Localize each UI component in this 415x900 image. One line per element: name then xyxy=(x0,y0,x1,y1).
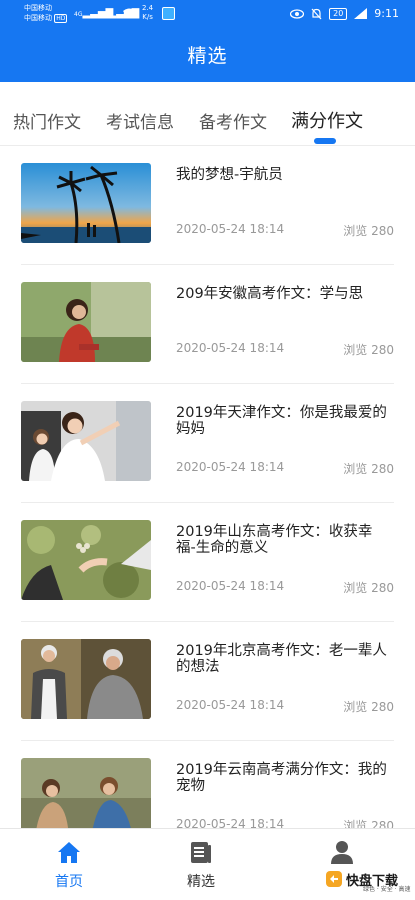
list-item[interactable]: 我的梦想-宇航员 2020-05-24 18:14 浏览 280 xyxy=(21,146,394,265)
article-date: 2020-05-24 18:14 xyxy=(176,579,285,593)
article-title: 2019年天津作文：你是我最爱的妈妈 xyxy=(176,405,387,437)
nav-home-label: 首页 xyxy=(55,874,83,890)
article-title: 2019年北京高考作文：老一辈人的想法 xyxy=(176,643,387,675)
list-item[interactable]: 209年安徽高考作文：学与思 2020-05-24 18:14 浏览 280 xyxy=(21,265,394,384)
tab-full-score-essays[interactable]: 满分作文 xyxy=(291,107,363,133)
watermark-subtext: 绿色 · 安全 · 高速 xyxy=(363,886,411,893)
signal-full-icon xyxy=(354,8,368,19)
article-views: 浏览 280 xyxy=(343,819,394,828)
net-speed: 2.4 K/s xyxy=(142,4,154,21)
hd-badge: HD xyxy=(54,14,68,23)
clock: 9:11 xyxy=(374,7,399,20)
book-icon xyxy=(191,842,211,863)
article-thumbnail xyxy=(21,163,151,243)
nav-home[interactable]: 首页 xyxy=(29,839,109,891)
carrier-2: 中国移动 xyxy=(24,14,52,22)
tab-hot-essays[interactable]: 热门作文 xyxy=(13,108,81,133)
article-views: 浏览 280 xyxy=(343,343,394,357)
user-icon xyxy=(331,841,353,864)
article-date: 2020-05-24 18:14 xyxy=(176,817,285,828)
article-title: 2019年云南高考满分作文：我的宠物 xyxy=(176,762,387,794)
article-title: 2019年山东高考作文：收获幸福-生命的意义 xyxy=(176,524,373,556)
eye-icon xyxy=(290,8,305,19)
article-thumbnail xyxy=(21,639,151,719)
wifi-icon xyxy=(122,8,136,22)
status-right: 20 9:11 xyxy=(290,7,399,20)
app-bar: 精选 xyxy=(0,30,415,82)
list-item[interactable]: 2019年北京高考作文：老一辈人的想法 2020-05-24 18:14 浏览 … xyxy=(21,622,394,741)
carrier-1: 中国移动 xyxy=(24,4,52,12)
page-title: 精选 xyxy=(187,45,228,67)
status-bar: 中国移动 中国移动 HD 4G▂▃▅▇ 4G▂▃▅▇ 2.4 K/s 20 9:… xyxy=(0,0,415,30)
watermark-logo-icon xyxy=(326,871,342,887)
tab-exam-info[interactable]: 考试信息 xyxy=(106,108,174,133)
nav-featured[interactable]: 精选 xyxy=(161,839,241,891)
article-date: 2020-05-24 18:14 xyxy=(176,460,285,474)
category-tabs: 热门作文 考试信息 备考作文 满分作文 xyxy=(0,98,415,146)
article-title: 我的梦想-宇航员 xyxy=(176,167,283,183)
list-item[interactable]: 2019年天津作文：你是我最爱的妈妈 2020-05-24 18:14 浏览 2… xyxy=(21,384,394,503)
article-thumbnail xyxy=(21,401,151,481)
app-notification-icon xyxy=(162,7,175,20)
carrier-info: 中国移动 中国移动 HD xyxy=(24,3,68,24)
article-thumbnail xyxy=(21,282,151,362)
mute-bell-icon xyxy=(311,8,322,19)
tab-prep-essays[interactable]: 备考作文 xyxy=(199,108,267,133)
battery-icon: 20 xyxy=(329,7,348,20)
article-views: 浏览 280 xyxy=(343,224,394,238)
article-title: 209年安徽高考作文：学与思 xyxy=(176,286,364,302)
article-thumbnail xyxy=(21,758,151,828)
article-date: 2020-05-24 18:14 xyxy=(176,341,285,355)
article-date: 2020-05-24 18:14 xyxy=(176,698,285,712)
list-item[interactable]: 2019年云南高考满分作文：我的宠物 2020-05-24 18:14 浏览 2… xyxy=(21,741,394,828)
article-views: 浏览 280 xyxy=(343,462,394,476)
article-views: 浏览 280 xyxy=(343,700,394,714)
article-views: 浏览 280 xyxy=(343,581,394,595)
article-date: 2020-05-24 18:14 xyxy=(176,222,285,236)
home-icon xyxy=(58,842,80,863)
article-list: 我的梦想-宇航员 2020-05-24 18:14 浏览 280 209年安徽高… xyxy=(0,146,415,828)
site-watermark: 快盘下载 绿色 · 安全 · 高速 xyxy=(325,866,410,893)
list-item[interactable]: 2019年山东高考作文：收获幸福-生命的意义 2020-05-24 18:14 … xyxy=(21,503,394,622)
nav-featured-label: 精选 xyxy=(187,874,215,890)
tab-active-indicator xyxy=(314,138,336,144)
article-thumbnail xyxy=(21,520,151,600)
